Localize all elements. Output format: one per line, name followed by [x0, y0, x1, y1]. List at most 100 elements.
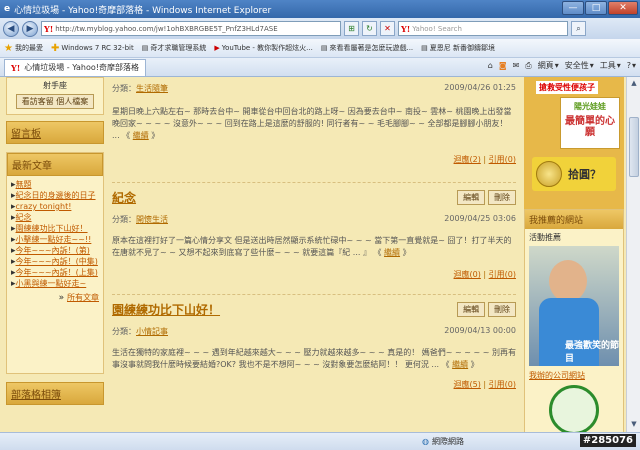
delete-button[interactable]: 刪除: [488, 190, 516, 205]
globe-icon[interactable]: [549, 385, 599, 432]
recent-link[interactable]: 園練練功比下山好！: [16, 224, 88, 233]
main-column: 分類：生活隨筆 2009/04/26 01:25 星期日晚上六點左右~ 那時去台…: [112, 77, 516, 432]
fav-item-0[interactable]: ✚ Windows 7 RC 32-bit: [51, 43, 134, 54]
blog-page: 射手座 看訪客留 個人檔案 留言板 最新文章 ▸無題 ▸紀念日的身邊後的日子 ▸…: [0, 77, 626, 432]
delete-button[interactable]: 刪除: [488, 302, 516, 317]
post-0: 分類：生活隨筆 2009/04/26 01:25 星期日晚上六點左右~ 那時去台…: [112, 83, 516, 183]
vertical-scrollbar[interactable]: ▲ ▼: [626, 77, 640, 432]
favorites-label: 我的最愛: [14, 44, 43, 52]
all-articles-link[interactable]: 所有文章: [67, 293, 99, 302]
page-menu[interactable]: 網頁 ▾: [538, 60, 559, 71]
stop-icon[interactable]: ✕: [380, 21, 395, 36]
scroll-thumb[interactable]: [629, 117, 639, 177]
recent-articles-box: 最新文章 ▸無題 ▸紀念日的身邊後的日子 ▸crazy tonight! ▸紀念…: [6, 152, 104, 374]
tab-current[interactable]: Y! 心情垃圾場 - Yahoo!奇摩部落格: [4, 58, 146, 76]
comments-link[interactable]: 迴應(2): [454, 155, 481, 164]
recent-item[interactable]: ▸無題: [11, 179, 99, 190]
recent-link[interactable]: 今年~~~內訴！(上集): [16, 268, 98, 277]
trackbacks-link[interactable]: 引用(0): [489, 270, 516, 279]
fav-item-4[interactable]: ▤ 夏恩尼 新番御鑄鄒境: [421, 43, 495, 53]
recent-link[interactable]: 今年~~~內訴！(第): [16, 246, 90, 255]
company-link[interactable]: 我辦的公司網站: [529, 370, 619, 381]
recommended-sites-box: 我推薦的網站 活動推薦 最強歡笑的節目 我辦的公司網站: [524, 209, 624, 432]
close-button[interactable]: ✕: [608, 1, 638, 15]
mail-icon[interactable]: ✉: [513, 61, 520, 70]
edit-button[interactable]: 編輯: [457, 302, 486, 317]
recent-item[interactable]: ▸今年~~~內訴！(第): [11, 245, 99, 256]
recent-item[interactable]: ▸小擊練一點好走~~!!: [11, 234, 99, 245]
recent-link[interactable]: 無題: [16, 180, 32, 189]
recent-link[interactable]: crazy tonight!: [16, 202, 72, 211]
maximize-button[interactable]: □: [585, 1, 607, 15]
safety-menu[interactable]: 安全性 ▾: [565, 60, 594, 71]
read-more-link[interactable]: 繼續: [384, 248, 400, 257]
compatibility-icon[interactable]: ⊞: [344, 21, 359, 36]
search-button[interactable]: ⌕: [571, 21, 586, 36]
trackbacks-link[interactable]: 引用(0): [489, 155, 516, 164]
trackbacks-link[interactable]: 引用(0): [489, 380, 516, 389]
recent-link[interactable]: 紀念: [16, 213, 32, 222]
post-title[interactable]: 紀念: [112, 189, 136, 206]
favorites-button[interactable]: ★ 我的最愛: [4, 43, 43, 54]
fav-item-3[interactable]: ▤ 來看看屬著是怎麼玩遊戲...: [321, 43, 413, 53]
read-more-link[interactable]: 繼續: [133, 131, 149, 140]
post-date: 2009/04/26 01:25: [444, 83, 516, 92]
tools-menu[interactable]: 工具 ▾: [600, 60, 621, 71]
security-zone[interactable]: ◍ 網際網路: [422, 436, 464, 447]
url-text: http://tw.myblog.yahoo.com/jw!1ohBXBRGBE…: [55, 24, 278, 33]
comments-link[interactable]: 迴應(5): [454, 380, 481, 389]
post-body: 原本在這裡打好了一篇心情分享文 但是送出時居然顯示系統忙碌中~ ~ ~ 當下第一…: [112, 236, 512, 257]
read-more-link[interactable]: 繼續: [452, 360, 468, 369]
recent-item[interactable]: ▸今年~~~內訴！(中集): [11, 256, 99, 267]
edit-button[interactable]: 編輯: [457, 190, 486, 205]
page-icon: ▤: [421, 44, 428, 52]
page-menu-label: 網頁: [537, 61, 554, 70]
youtube-icon: ▶: [214, 44, 220, 52]
feeds-icon[interactable]: ◙: [499, 61, 507, 70]
back-button[interactable]: ◀: [3, 20, 19, 37]
recent-link[interactable]: 紀念日的身邊後的日子: [16, 191, 96, 200]
recent-item[interactable]: ▸園練練功比下山好！: [11, 223, 99, 234]
category-link[interactable]: 小情記事: [136, 327, 168, 336]
post-text: 原本在這裡打好了一篇心情分享文 但是送出時居然顯示系統忙碌中~ ~ ~ 當下第一…: [112, 236, 512, 257]
address-input[interactable]: Y! http://tw.myblog.yahoo.com/jw!1ohBXBR…: [41, 21, 341, 36]
activity-label: 活動推薦: [529, 233, 561, 242]
title-bar: e 心情垃圾場 - Yahoo!奇摩部落格 - Windows Internet…: [0, 0, 640, 18]
person-face: [549, 260, 587, 302]
recent-item[interactable]: ▸紀念日的身邊後的日子: [11, 190, 99, 201]
recent-item[interactable]: ▸小黑與練一點好走~: [11, 278, 99, 289]
print-icon[interactable]: ⎙: [525, 61, 531, 71]
recent-item[interactable]: ▸紀念: [11, 212, 99, 223]
comments-link[interactable]: 迴應(0): [454, 270, 481, 279]
activity-photo[interactable]: 最強歡笑的節目: [529, 246, 619, 366]
album-title[interactable]: 部落格相簿: [6, 382, 104, 405]
recent-item[interactable]: ▸今年~~~內訴！(上集): [11, 267, 99, 278]
home-icon[interactable]: ⌂: [488, 61, 493, 70]
message-board-title[interactable]: 留言板: [6, 121, 104, 144]
minimize-button[interactable]: —: [562, 1, 584, 15]
recent-link[interactable]: 今年~~~內訴！(中集): [16, 257, 98, 266]
recent-link[interactable]: 小擊練一點好走~~!!: [16, 235, 92, 244]
post-category: 分類：小情記事: [112, 326, 168, 337]
scroll-up-icon[interactable]: ▲: [629, 79, 639, 89]
guest-profile-button[interactable]: 看訪客留 個人檔案: [15, 94, 95, 109]
forward-button[interactable]: ▶: [22, 20, 38, 37]
fav-item-1[interactable]: ▤ 奇才求職管理系統: [142, 43, 207, 53]
star-icon: ★: [4, 42, 13, 54]
category-link[interactable]: 開懷生活: [136, 215, 168, 224]
post-counts: 迴應(2) | 引用(0): [453, 155, 516, 164]
recent-item[interactable]: ▸crazy tonight!: [11, 201, 99, 212]
search-input[interactable]: Y! Yahoo! Search: [398, 21, 568, 36]
category-link[interactable]: 生活隨筆: [136, 84, 168, 93]
help-menu[interactable]: ? ▾: [627, 61, 636, 70]
page-icon: ▤: [320, 44, 328, 52]
recent-link[interactable]: 小黑與練一點好走~: [16, 279, 87, 288]
photo-caption: 最強歡笑的節目: [565, 341, 619, 364]
refresh-icon[interactable]: ↻: [362, 21, 377, 36]
ad-coin-banner: 拾圓？: [532, 157, 616, 191]
scroll-down-icon[interactable]: ▼: [629, 420, 639, 430]
fav-item-2[interactable]: ▶ YouTube - 教你製作超炫火...: [214, 43, 313, 53]
post-title[interactable]: 園練練功比下山好！: [112, 301, 220, 318]
tools-menu-label: 工具: [599, 61, 616, 70]
charity-ad[interactable]: 搶救受性便孩子 陽光娃娃 最簡單的心願 拾圓？: [524, 77, 624, 222]
